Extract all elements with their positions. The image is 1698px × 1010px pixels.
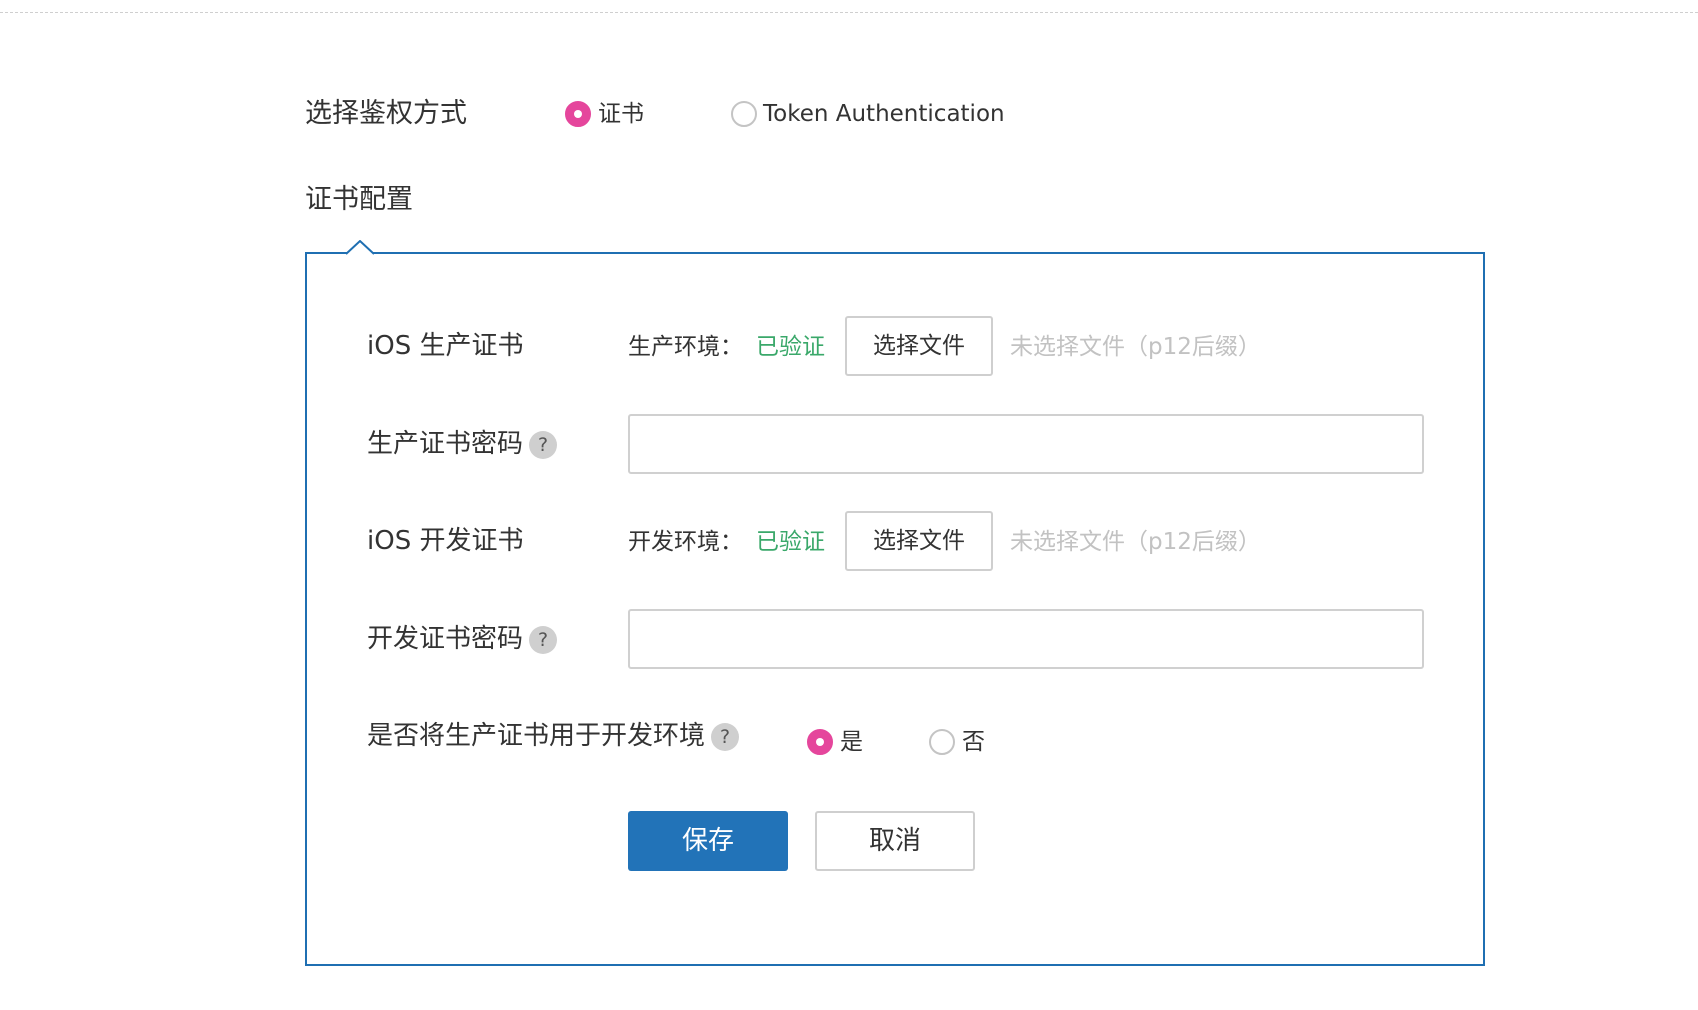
prod-password-help-icon[interactable]: ? [529, 430, 558, 459]
use-prod-for-dev-yes-radio[interactable] [807, 729, 833, 755]
auth-method-label: 选择鉴权方式 [305, 98, 467, 129]
dev-cert-file-hint: 未选择文件（p12后缀） [1010, 529, 1261, 555]
use-prod-for-dev-label-wrap: 是否将生产证书用于开发环境? [367, 719, 740, 753]
prod-password-label-wrap: 生产证书密码? [367, 427, 558, 461]
dev-env-label: 开发环境： [628, 529, 743, 555]
save-button[interactable]: 保存 [628, 811, 788, 871]
dev-password-label: 开发证书密码 [367, 624, 524, 654]
prod-cert-status: 已验证 [756, 334, 825, 360]
certificate-config-title: 证书配置 [305, 184, 413, 215]
prod-cert-label: iOS 生产证书 [367, 331, 524, 361]
dev-password-label-wrap: 开发证书密码? [367, 622, 558, 656]
cancel-button[interactable]: 取消 [815, 811, 975, 871]
auth-option-certificate-label[interactable]: 证书 [598, 99, 644, 129]
prod-password-label: 生产证书密码 [367, 429, 524, 459]
prod-password-input[interactable] [628, 414, 1424, 474]
dev-cert-label: iOS 开发证书 [367, 526, 524, 556]
use-prod-for-dev-no-radio[interactable] [929, 729, 955, 755]
auth-option-token-label[interactable]: Token Authentication [763, 99, 1005, 129]
dev-password-input[interactable] [628, 609, 1424, 669]
auth-option-token-radio[interactable] [731, 101, 757, 127]
top-dashed-divider [0, 12, 1698, 13]
dev-password-help-icon[interactable]: ? [529, 625, 558, 654]
use-prod-for-dev-help-icon[interactable]: ? [711, 722, 740, 751]
use-prod-for-dev-no-label[interactable]: 否 [962, 727, 985, 757]
prod-cert-choose-file-button[interactable]: 选择文件 [845, 316, 993, 376]
dev-cert-choose-file-button[interactable]: 选择文件 [845, 511, 993, 571]
prod-cert-file-hint: 未选择文件（p12后缀） [1010, 334, 1261, 360]
use-prod-for-dev-label: 是否将生产证书用于开发环境 [367, 721, 706, 751]
use-prod-for-dev-yes-label[interactable]: 是 [840, 727, 863, 757]
prod-env-label: 生产环境： [628, 334, 743, 360]
dev-cert-status: 已验证 [756, 529, 825, 555]
auth-option-certificate-radio[interactable] [565, 101, 591, 127]
